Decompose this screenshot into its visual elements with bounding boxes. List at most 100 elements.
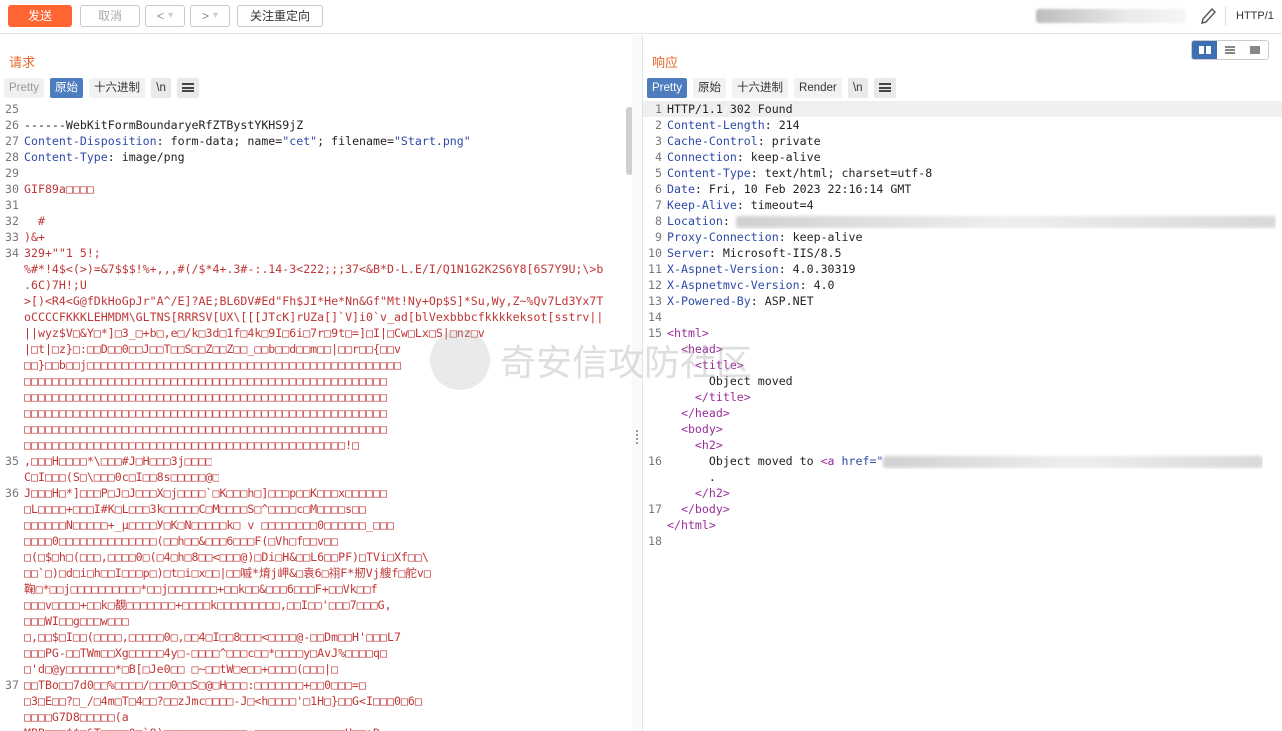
split-rows-icon (1224, 46, 1235, 54)
code-line: □□`□)□d□i□h□□I□□□p□)□t□i□x□□|□□嘁*焴j岬&□袁6… (24, 566, 431, 580)
header-line: 11 X-Aspnet-Version: 4.0.30319 (648, 262, 856, 276)
code-line: 35 ,□□□H□□□□*\□□□#J□H□□□3j□□□□ (5, 454, 213, 468)
pane-splitter[interactable] (632, 35, 642, 731)
request-tab-hex[interactable]: 十六进制 (89, 78, 146, 98)
toolbar-divider (1225, 6, 1226, 26)
response-tab-pretty[interactable]: Pretty (647, 78, 688, 98)
header-line: 12 X-Aspnetmvc-Version: 4.0 (648, 278, 835, 292)
code-line: <body> (680, 422, 723, 436)
http-version-label[interactable]: HTTP/1 (1236, 10, 1274, 22)
header-line: 1 HTTP/1.1 302 Found (643, 101, 1282, 117)
response-tab-render[interactable]: Render (794, 78, 842, 98)
split-columns-icon (1198, 46, 1211, 54)
code-line: C□I□□□(S□\□□□0c□I□□8s□□□□□@□ (24, 470, 220, 484)
code-line: ||wyz$V□&Y□*]□3_□+b□,e□/k□3d□1f□4k□9I□6i… (24, 326, 485, 340)
request-tab-newline[interactable]: \n (151, 78, 172, 98)
back-dropdown-icon[interactable]: ▾ (168, 6, 173, 26)
code-line: 36 J□□□H□*]□□□P□J□J□□□X□j□□□□`□K□□□h□]□□□… (5, 486, 387, 500)
header-line: 3 Cache-Control: private (655, 134, 821, 148)
code-line: □□□□□□□□□□□□□□□□□□□□□□□□□□□□□□□□□□□□□□□□… (24, 390, 387, 404)
code-line: 鞠□*□□j□□□□□□□□□□*□□j□□□□□□□+□□k□□&□□□6□□… (24, 582, 378, 596)
title-text: Object moved (708, 374, 793, 388)
header-line: 14 (648, 310, 662, 324)
code-line: □□□□G7D8□□□□□(a (24, 710, 129, 724)
code-line: □□□PG-□□TWm□□Xg□□□□□4y□-□□□□^□□□c□□*□□□□… (24, 646, 387, 660)
forward-dropdown-icon[interactable]: ▾ (213, 6, 218, 26)
code-line: .6C)7H!;U (24, 278, 87, 292)
header-line: 5 Content-Type: text/html; charset=utf-8 (655, 166, 933, 180)
response-tab-raw[interactable]: 原始 (693, 78, 727, 98)
code-line: </title> (694, 390, 751, 404)
cancel-button[interactable]: 取消 (80, 5, 140, 27)
forward-icon: > (201, 9, 209, 23)
back-button[interactable]: < ▾ (145, 5, 185, 27)
code-line: 25 (5, 102, 19, 116)
code-line: MBB□□□$$□&T□□□□0□`8)□□□□□□□□□□□□+□□□□□□□… (0, 725, 632, 731)
code-line: 28 Content-Type: image/png (5, 150, 185, 164)
code-line: <h2> (694, 438, 723, 452)
menu-icon (878, 83, 891, 92)
code-line: %#*!4$<(>)=&7$$$!%+,,,#(/$*4+.3#-:.14-3<… (24, 262, 604, 276)
response-pane: 响应 Pretty 原始 十六进制 Render \n 1 HTTP/1.1 30… (642, 35, 1282, 731)
header-line: 4 Connection: keep-alive (655, 150, 821, 164)
code-line: □3□E□□?□_/□4m□T□4□□?□□zJmc□□□□-J□<h□□□□'… (24, 694, 422, 708)
code-line: 34 329+""1 5!; (5, 246, 101, 260)
forward-button[interactable]: > ▾ (190, 5, 230, 27)
layout-rows-button[interactable] (1217, 41, 1243, 59)
single-pane-icon (1250, 46, 1261, 54)
code-line: Object moved (643, 373, 1282, 389)
request-tab-raw[interactable]: 原始 (50, 78, 84, 98)
redirect-url-redacted (883, 455, 1264, 468)
code-line: □□□v□□□□+□□k□覩□□□□□□□+□□□□k□□□□□□□□□,□□I… (24, 598, 392, 612)
code-line: 15 <html> (648, 326, 709, 340)
code-line: </head> (680, 406, 730, 420)
header-line: 6 Date: Fri, 10 Feb 2023 22:16:14 GMT (655, 182, 912, 196)
layout-single-button[interactable] (1242, 41, 1268, 59)
header-line: 9 Proxy-Connection: keep-alive (655, 230, 863, 244)
code-line: <title> (694, 358, 744, 372)
code-line: </html> (667, 518, 716, 532)
code-line: 30 GIF89a□□□□ (5, 182, 94, 196)
menu-icon (182, 83, 195, 92)
send-button[interactable]: 发送 (8, 5, 72, 27)
code-line: □□□□□□□□□□□□□□□□□□□□□□□□□□□□□□□□□□□□□□□□… (24, 422, 387, 436)
toolbar: 发送 取消 < ▾ > ▾ 关注重定向 HTTP/1 (0, 0, 1282, 34)
header-line: 2 Content-Length: 214 (655, 118, 800, 132)
code-line: >[)<R4<G@fDkHoGpJr"A^/E]?AE;BL6DV#Ed"Fh$… (24, 294, 604, 308)
response-tabs: Pretty 原始 十六进制 Render \n (647, 78, 896, 98)
target-host-redacted[interactable] (1036, 9, 1186, 23)
code-line: □(□$□h□(□□□,□□□□0□(□4□h□8□□<□□□@)□Di□H&□… (24, 550, 429, 564)
request-title: 请求 (9, 55, 36, 70)
code-line: oCCCCFKKKLEHMDM\GLTNS[RRRSV[UX\[[[JTcK]r… (24, 310, 604, 324)
code-line: □□□□□□□□□□□□□□□□□□□□□□□□□□□□□□□□□□□□□□□□… (24, 406, 387, 420)
request-pane: 请求 Pretty 原始 十六进制 \n 25 26 ------WebKitFor… (0, 35, 632, 731)
request-editor[interactable]: 25 26 ------WebKitFormBoundaryeRfZTBystYKH… (0, 101, 632, 731)
code-line: </h2> (694, 486, 730, 500)
response-title: 响应 (652, 55, 679, 70)
code-line: □'d□@y□□□□□□□*□B[□Je0□□ □~□□tW□e□□+□□□□(… (24, 662, 339, 676)
layout-split-button[interactable] (1192, 41, 1218, 59)
response-editor[interactable]: 1 HTTP/1.1 302 Found 2 Content-Length: 214 3… (643, 101, 1282, 549)
code-line: □□□□□□N□□□□□+_μ□□□□У□K□N□□□□□k□ v □□□□□□… (24, 518, 394, 532)
follow-redirect-button[interactable]: 关注重定向 (237, 5, 323, 27)
code-line: 29 (5, 166, 19, 180)
header-line: 8 Location: (643, 213, 1282, 229)
code-line: □□□□□□□□□□□□□□□□□□□□□□□□□□□□□□□□□□□□□□□□… (24, 374, 387, 388)
request-tabs: Pretty 原始 十六进制 \n (4, 78, 200, 98)
code-line: . (708, 470, 716, 484)
splitter-grip-icon[interactable] (636, 430, 638, 444)
request-tab-pretty[interactable]: Pretty (4, 78, 45, 98)
code-line: 31 (5, 198, 19, 212)
code-line: 26 ------WebKitFormBoundaryeRfZTBystYKHS9… (5, 118, 304, 132)
location-redacted (735, 215, 1276, 228)
request-menu-button[interactable] (177, 78, 200, 98)
response-tab-hex[interactable]: 十六进制 (732, 78, 789, 98)
response-menu-button[interactable] (873, 78, 896, 98)
code-line: □□□□□□□□□□□□□□□□□□□□□□□□□□□□□□□□□□□□□□□□… (24, 438, 360, 452)
code-line: 17 </body> (648, 502, 730, 516)
header-line: 7 Keep-Alive: timeout=4 (655, 198, 814, 212)
response-headers: 1 HTTP/1.1 302 Found 2 Content-Length: 214 3… (643, 101, 1282, 325)
edit-target-icon[interactable] (1198, 5, 1218, 27)
response-tab-newline[interactable]: \n (847, 78, 868, 98)
layout-toggle (1191, 40, 1269, 60)
